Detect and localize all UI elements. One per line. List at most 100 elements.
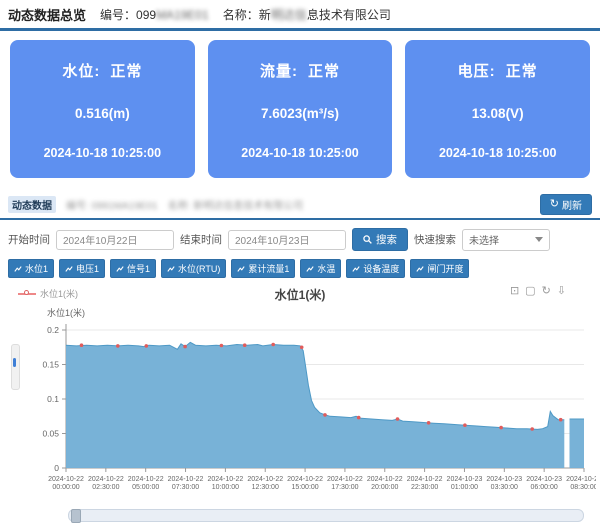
flow-card: 流量:正常 7.6023(m³/s) 2024-10-18 10:25:00 <box>208 40 393 178</box>
svg-text:0: 0 <box>54 463 59 473</box>
water-level-chart[interactable]: 00.050.10.150.2水位1(米)2024-10-2200:00:002… <box>4 302 596 502</box>
svg-text:0.15: 0.15 <box>42 360 59 370</box>
series-button-label: 累计流量1 <box>248 262 289 275</box>
chart-header: 水位1(米) 水位1(米) ⊡▢↻⇩ <box>4 284 596 302</box>
tab-dynamic-data[interactable]: 动态数据 <box>8 196 56 213</box>
panel-code-label: 编号: <box>66 201 89 212</box>
datazoom-handle[interactable] <box>71 509 81 523</box>
station-name: 名称：新明达信息技术有限公司 <box>223 6 391 23</box>
card-title: 水位: 正常 <box>10 60 195 81</box>
panel-code-value: 0991MA19E01 <box>92 201 158 212</box>
svg-text:2024-10-2205:00:00: 2024-10-2205:00:00 <box>128 476 164 491</box>
card-label: 流量: <box>260 63 298 80</box>
mini-chart-icon <box>167 265 175 273</box>
mini-chart-icon <box>416 265 424 273</box>
series-button-label: 设备温度 <box>363 262 399 275</box>
restore-icon[interactable]: ↻ <box>542 286 551 297</box>
dataview-icon[interactable]: ▢ <box>525 286 535 297</box>
start-time-label: 开始时间 <box>8 232 50 247</box>
refresh-button[interactable]: ↻ 刷新 <box>540 194 592 215</box>
series-button-0[interactable]: 水位1 <box>8 259 54 278</box>
vertical-scrollbar[interactable] <box>11 344 20 390</box>
status-badge: 正常 <box>506 63 538 80</box>
card-title: 电压: 正常 <box>405 60 590 81</box>
series-button-5[interactable]: 水温 <box>300 259 341 278</box>
series-button-1[interactable]: 电压1 <box>59 259 105 278</box>
chart-toolbox: ⊡ ▢ ↻ ⇩ <box>510 286 566 297</box>
mini-chart-icon <box>352 265 360 273</box>
status-cards: 水位:正常 0.516(m) 2024-10-18 10:25:00 流量:正常… <box>0 31 600 184</box>
water-level-card: 水位: 正常 0.516(m) 2024-10-18 10:25:00 <box>10 40 195 178</box>
svg-text:水位1(米): 水位1(米) <box>47 307 85 318</box>
panel-name-value: 新明达信息技术有限公司 <box>193 201 303 212</box>
card-label: 水位: <box>62 63 100 80</box>
card-label: 电压: <box>458 63 496 80</box>
svg-text:2024-10-2200:00:00: 2024-10-2200:00:00 <box>48 476 84 491</box>
svg-text:2024-10-2202:30:00: 2024-10-2202:30:00 <box>88 476 124 491</box>
svg-text:2024-10-2306:00:00: 2024-10-2306:00:00 <box>526 476 562 491</box>
series-button-label: 水温 <box>317 262 335 275</box>
station-code-redacted: MA19E01 <box>156 8 209 22</box>
series-button-label: 信号1 <box>127 262 150 275</box>
chart-panel: 水位1(米) 水位1(米) ⊡▢↻⇩ 00.050.10.150.2水位1(米)… <box>4 284 596 522</box>
vertical-scrollbar-handle[interactable] <box>13 358 16 367</box>
station-code-visible: 099 <box>136 8 156 22</box>
mini-chart-icon <box>306 265 314 273</box>
start-time-input[interactable]: 2024年10月22日 <box>56 230 174 250</box>
svg-text:2024-10-2308:30:00: 2024-10-2308:30:00 <box>566 476 596 491</box>
series-button-6[interactable]: 设备温度 <box>346 259 405 278</box>
series-button-3[interactable]: 水位(RTU) <box>161 259 226 278</box>
svg-text:2024-10-2210:00:00: 2024-10-2210:00:00 <box>207 476 243 491</box>
series-button-row: 水位1 电压1 信号1 水位(RTU) 累计流量1 水温 设备温度 闸门开度 <box>0 255 600 280</box>
station-name-prefix: 新 <box>259 8 271 22</box>
series-button-7[interactable]: 闸门开度 <box>410 259 469 278</box>
chart-title: 水位1(米) <box>4 286 596 303</box>
station-name-label: 名称： <box>223 8 259 22</box>
refresh-icon: ↻ <box>550 199 559 210</box>
svg-text:2024-10-2207:30:00: 2024-10-2207:30:00 <box>168 476 204 491</box>
svg-text:0.2: 0.2 <box>47 325 59 335</box>
page-title: 动态数据总览 <box>8 5 86 24</box>
card-title: 流量:正常 <box>208 60 393 81</box>
svg-text:2024-10-2212:30:00: 2024-10-2212:30:00 <box>247 476 283 491</box>
series-button-4[interactable]: 累计流量1 <box>231 259 295 278</box>
station-name-suffix: 息技术有限公司 <box>307 8 391 22</box>
quick-search-label: 快速搜索 <box>414 232 456 247</box>
card-value: 13.08(V) <box>405 106 590 121</box>
panel-name-label: 名称: <box>168 201 191 212</box>
card-timestamp: 2024-10-18 10:25:00 <box>208 146 393 160</box>
svg-text:0.05: 0.05 <box>42 429 59 439</box>
svg-text:2024-10-2222:30:00: 2024-10-2222:30:00 <box>407 476 443 491</box>
series-button-label: 水位1 <box>25 262 48 275</box>
svg-text:2024-10-2220:00:00: 2024-10-2220:00:00 <box>367 476 403 491</box>
svg-text:2024-10-2301:00:00: 2024-10-2301:00:00 <box>447 476 483 491</box>
filter-bar: 开始时间 2024年10月22日 结束时间 2024年10月23日 搜索 快速搜… <box>0 220 600 255</box>
voltage-card: 电压: 正常 13.08(V) 2024-10-18 10:25:00 <box>405 40 590 178</box>
datazoom-icon[interactable]: ⊡ <box>510 286 519 297</box>
station-code-label: 编号： <box>100 8 136 22</box>
save-image-icon[interactable]: ⇩ <box>557 286 566 297</box>
svg-text:2024-10-2303:30:00: 2024-10-2303:30:00 <box>486 476 522 491</box>
search-label: 搜索 <box>376 232 397 247</box>
series-button-2[interactable]: 信号1 <box>110 259 156 278</box>
card-timestamp: 2024-10-18 10:25:00 <box>405 146 590 160</box>
station-code: 编号：099MA19E01 <box>100 6 209 23</box>
dashboard-page: 动态数据总览 编号：099MA19E01 名称：新明达信息技术有限公司 水位:正… <box>0 0 600 470</box>
series-button-label: 闸门开度 <box>427 262 463 275</box>
panel-station-code: 编号: 0991MA19E01 <box>66 197 158 212</box>
end-time-input[interactable]: 2024年10月23日 <box>228 230 346 250</box>
refresh-label: 刷新 <box>562 197 582 212</box>
series-button-label: 水位(RTU) <box>178 262 220 275</box>
card-value: 0.516(m) <box>10 106 195 121</box>
card-timestamp: 2024-10-18 10:25:00 <box>10 146 195 160</box>
datazoom-slider[interactable] <box>68 509 584 522</box>
quick-search-value: 未选择 <box>469 232 499 247</box>
quick-search-select[interactable]: 未选择 <box>462 229 550 251</box>
end-time-label: 结束时间 <box>180 232 222 247</box>
search-icon <box>363 235 372 244</box>
station-name-redacted: 明达信 <box>271 8 307 22</box>
card-value: 7.6023(m³/s) <box>208 106 393 121</box>
mini-chart-icon <box>65 265 73 273</box>
status-badge: 正常 <box>110 63 142 80</box>
search-button[interactable]: 搜索 <box>352 228 408 251</box>
